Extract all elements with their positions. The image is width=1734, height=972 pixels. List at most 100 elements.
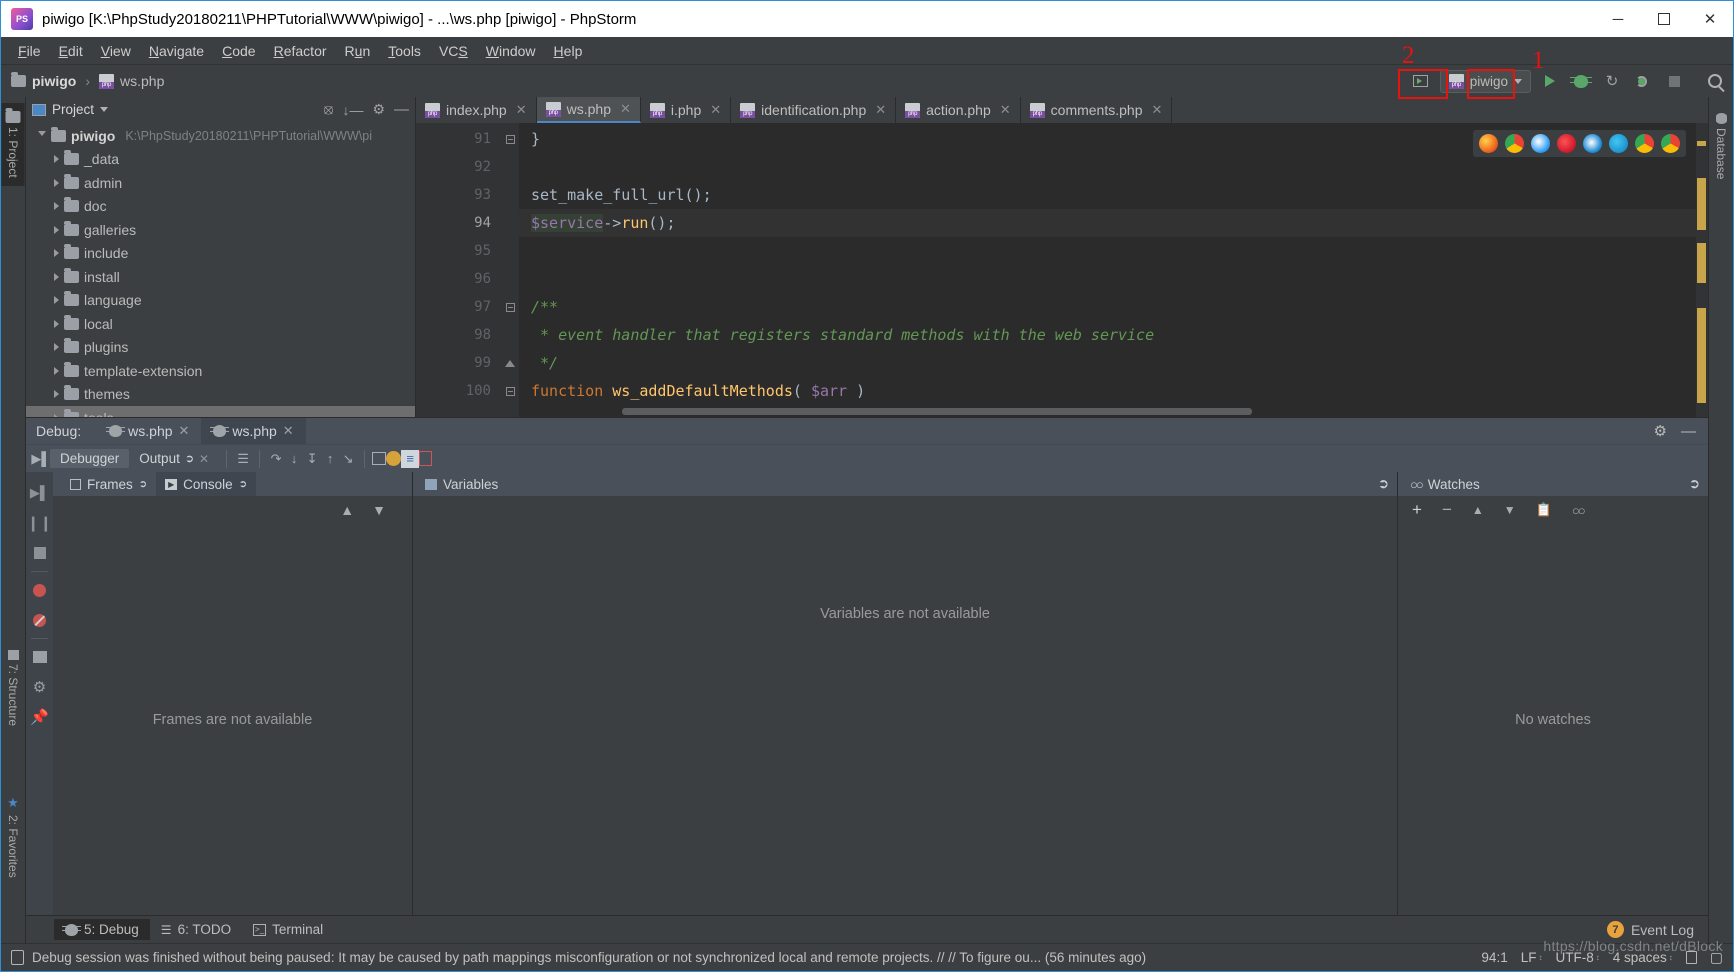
tree-node[interactable]: template-extension (26, 359, 415, 383)
restore-layout-button[interactable] (26, 642, 53, 672)
close-icon[interactable]: ✕ (199, 452, 209, 466)
tab-ws-php[interactable]: ws.php ✕ (536, 97, 641, 123)
chevron-right-icon[interactable] (54, 202, 59, 211)
project-view-chevron-icon[interactable] (100, 107, 109, 112)
remove-watch-icon[interactable]: − (1442, 500, 1452, 520)
menu-vcs[interactable]: VCS (430, 40, 477, 62)
error-stripe-markers[interactable] (1696, 123, 1708, 417)
pause-program-button[interactable]: ❙❙ (26, 508, 53, 538)
copy-icon[interactable]: 📋 (1536, 502, 1552, 518)
fold-marker[interactable] (501, 377, 519, 405)
tab-comments-php[interactable]: comments.php ✕ (1021, 97, 1173, 123)
open-in-browser-button[interactable] (1409, 70, 1433, 92)
close-icon[interactable]: ✕ (283, 423, 294, 439)
sidebar-item-structure[interactable]: 7: Structure (2, 642, 24, 734)
pin-icon[interactable]: ➲ (139, 479, 147, 490)
fold-marker[interactable] (501, 293, 519, 321)
hide-panel-icon[interactable]: — (1681, 423, 1696, 440)
run-configuration-selector[interactable]: piwigo (1439, 69, 1531, 93)
menu-window[interactable]: Window (477, 40, 545, 62)
tree-node[interactable]: doc (26, 195, 415, 219)
close-icon[interactable]: ✕ (179, 423, 190, 439)
fold-marker[interactable] (501, 237, 519, 265)
fold-marker[interactable] (501, 265, 519, 293)
menu-tools[interactable]: Tools (379, 40, 430, 62)
pin-tab-button[interactable]: 📌 (26, 702, 53, 732)
code-line[interactable]: set_make_full_url(); (519, 181, 1708, 209)
listen-php-debug-button[interactable] (1631, 70, 1655, 92)
chevron-right-icon[interactable] (54, 249, 59, 258)
menu-view[interactable]: View (92, 40, 140, 62)
status-message[interactable]: Debug session was finished without being… (32, 950, 1146, 965)
tree-node-selected[interactable]: tools (26, 406, 415, 417)
breadcrumb-project[interactable]: piwigo (32, 73, 76, 89)
rerun-button[interactable]: ↻ (1600, 70, 1624, 92)
tree-node[interactable]: include (26, 242, 415, 266)
tab-index-php[interactable]: index.php ✕ (416, 97, 537, 123)
chevron-right-icon[interactable] (54, 225, 59, 234)
code-line[interactable]: function ws_addDefaultMethods( $arr ) (519, 377, 1708, 405)
menu-navigate[interactable]: Navigate (140, 40, 213, 62)
tab-console[interactable]: ▶ Console ➲ (156, 472, 257, 496)
code-editor[interactable]: 91 92 93 94 95 96 97 98 99 100 } set_make_full_url… (416, 123, 1708, 417)
close-button[interactable]: ✕ (1687, 1, 1733, 37)
fold-marker[interactable] (501, 125, 519, 153)
chevron-right-icon[interactable] (54, 272, 59, 281)
tab-i-php[interactable]: i.php ✕ (641, 97, 732, 123)
tree-node[interactable]: admin (26, 171, 415, 195)
tab-action-php[interactable]: action.php ✕ (896, 97, 1021, 123)
code-line[interactable]: * event handler that registers standard … (519, 321, 1708, 349)
move-up-icon[interactable]: ▲ (340, 502, 354, 518)
code-line[interactable]: /** (519, 293, 1708, 321)
project-tree[interactable]: piwigo K:\PhpStudy20180211\PHPTutorial\W… (26, 122, 415, 417)
bottom-tab-todo[interactable]: ☰ 6: TODO (150, 919, 242, 940)
chevron-expanded-icon[interactable] (38, 131, 46, 140)
fold-marker[interactable] (501, 181, 519, 209)
safari-icon[interactable] (1531, 134, 1550, 153)
fold-marker[interactable] (501, 349, 519, 377)
chrome-canary-icon[interactable] (1635, 134, 1654, 153)
tree-node-root[interactable]: piwigo K:\PhpStudy20180211\PHPTutorial\W… (26, 124, 415, 148)
tab-identification-php[interactable]: identification.php ✕ (731, 97, 897, 123)
menu-refactor[interactable]: Refactor (265, 40, 336, 62)
mute-breakpoints-icon[interactable] (386, 451, 402, 466)
collapse-all-icon[interactable]: ↓— (342, 102, 363, 118)
settings-gear-icon[interactable]: ⚙ (1654, 422, 1667, 440)
pin-icon[interactable]: ➲ (239, 479, 247, 490)
event-log-label[interactable]: Event Log (1631, 922, 1694, 938)
menu-help[interactable]: Help (545, 40, 592, 62)
chrome-icon[interactable] (1505, 134, 1524, 153)
pin-icon[interactable]: ➲ (1378, 476, 1389, 492)
chevron-right-icon[interactable] (54, 319, 59, 328)
sidebar-item-database[interactable]: Database (1710, 105, 1732, 187)
fold-marker[interactable] (501, 321, 519, 349)
console-layout-icon[interactable] (419, 451, 433, 466)
scroll-from-source-icon[interactable]: ⦻ (324, 101, 334, 118)
minimize-button[interactable]: ─ (1595, 1, 1641, 37)
chromium-icon[interactable] (1661, 134, 1680, 153)
bottom-tab-terminal[interactable]: >_ Terminal (242, 919, 334, 940)
message-icon[interactable] (11, 950, 24, 965)
view-options-icon[interactable]: ☰ (234, 450, 252, 468)
maximize-button[interactable] (1641, 1, 1687, 37)
view-breakpoints-button[interactable] (26, 575, 53, 605)
tree-node[interactable]: local (26, 312, 415, 336)
resume-program-button[interactable]: ▶▌ (26, 478, 53, 508)
chevron-right-icon[interactable] (54, 413, 59, 417)
close-icon[interactable]: ✕ (1151, 102, 1162, 118)
move-down-icon[interactable]: ▼ (1504, 503, 1516, 517)
menu-code[interactable]: Code (213, 40, 264, 62)
resume-program-icon[interactable]: ▶▌ (31, 450, 50, 468)
browser-launch-bar[interactable] (1473, 130, 1686, 157)
search-everywhere-button[interactable] (1703, 70, 1727, 92)
hide-panel-icon[interactable]: — (394, 101, 409, 118)
tree-node[interactable]: _data (26, 148, 415, 172)
breadcrumb-file[interactable]: ws.php (120, 73, 164, 89)
pin-icon[interactable]: ➲ (1689, 476, 1700, 492)
code-line[interactable] (519, 265, 1708, 293)
code-line[interactable]: $service->run(); (519, 209, 1708, 237)
firefox-icon[interactable] (1479, 134, 1498, 153)
pin-tab-icon[interactable]: ➲ (185, 452, 194, 465)
caret-position[interactable]: 94:1 (1481, 950, 1507, 965)
chevron-right-icon[interactable] (54, 155, 59, 164)
